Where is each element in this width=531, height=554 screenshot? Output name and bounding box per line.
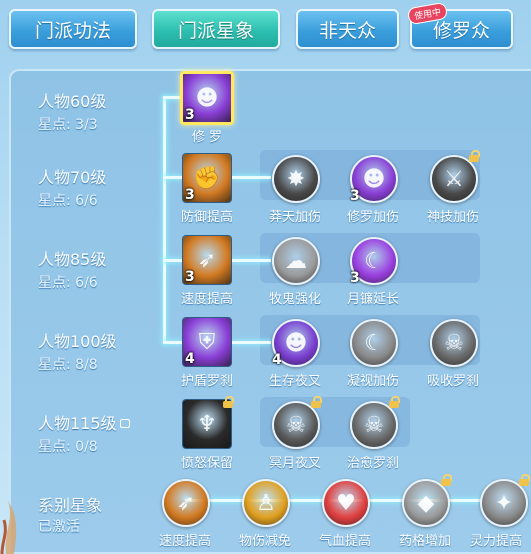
- skill-count: 3: [185, 107, 195, 123]
- series-wushang[interactable]: ♙ 物伤减免: [239, 477, 291, 549]
- skill-xishou[interactable]: ☠ 吸收罗刹: [427, 317, 479, 389]
- skill-label: 速度提高: [158, 534, 211, 549]
- ghost-icon: ☁: [285, 248, 307, 274]
- lock-icon: [441, 474, 452, 486]
- crescent-icon: ☾: [364, 330, 384, 356]
- skill-count: 3: [350, 270, 360, 286]
- skill-label: 冥月夜叉: [268, 456, 321, 471]
- skill-label: 牧鬼强化: [268, 292, 321, 307]
- demon-head-icon: ☠: [364, 412, 384, 438]
- skill-count: 3: [185, 269, 195, 285]
- row-points: 星点: 6/6: [38, 193, 98, 209]
- skill-label: 物伤减免: [238, 534, 291, 549]
- skill-mingyue[interactable]: ☠ 冥月夜叉: [269, 396, 322, 471]
- claw-icon: ⚔: [444, 166, 464, 192]
- lock-icon: [119, 419, 130, 428]
- skill-count: 4: [185, 351, 195, 367]
- skill-xiuluo[interactable]: ☻ 3 修 罗: [180, 71, 234, 145]
- skill-xiuluojs[interactable]: ☻ 3 修罗加伤: [347, 153, 399, 225]
- skill-hudun[interactable]: ⛨ 4 护盾罗刹: [181, 317, 233, 389]
- row-status: 已激活: [38, 519, 80, 535]
- row-points: 星点: 0/8: [38, 439, 98, 455]
- skill-shengcun[interactable]: ☻ 4 生存夜叉: [269, 317, 321, 389]
- lock-icon: [223, 396, 234, 408]
- skill-label: 气血提高: [318, 534, 371, 549]
- spark-icon: ✦: [494, 490, 514, 516]
- tab-feitianzhong[interactable]: 非天众: [296, 9, 399, 49]
- tab-label: 非天众: [318, 19, 376, 42]
- series-sudu[interactable]: ➶ 速度提高: [159, 477, 211, 549]
- skill-label: 神技加伤: [426, 210, 479, 225]
- heart-icon: ♥: [336, 490, 356, 516]
- row-level: 人物100级: [38, 332, 117, 351]
- skill-label: 速度提高: [180, 292, 233, 307]
- skill-fangyu[interactable]: ✊ 3 防御提高: [181, 153, 233, 225]
- skill-label: 修罗加伤: [346, 210, 399, 225]
- skill-label: 凝视加伤: [346, 374, 399, 389]
- row-points: 星点: 3/3: [38, 117, 98, 133]
- tree-line: [163, 259, 183, 262]
- tree-line: [231, 341, 271, 344]
- skill-count: 3: [185, 187, 195, 203]
- gem-icon: ◆: [417, 490, 435, 516]
- tab-label: 门派功法: [34, 19, 111, 42]
- row-level: 人物70级: [38, 168, 107, 187]
- skill-label: 治愈罗刹: [346, 456, 399, 471]
- figure-icon: ♙: [256, 490, 276, 516]
- tab-xiuluozhong[interactable]: 使用中 修罗众: [406, 1, 513, 49]
- tab-menpai-xingxiang[interactable]: 门派星象: [152, 9, 280, 49]
- skill-label: 莽天加伤: [268, 210, 321, 225]
- tree-line: [231, 176, 271, 179]
- boot-icon: ➶: [176, 490, 196, 516]
- demon-head-icon: ☠: [444, 330, 464, 356]
- skill-shenji[interactable]: ⚔ 神技加伤: [427, 150, 480, 225]
- tree-line: [231, 259, 271, 262]
- tab-bar: 门派功法 门派星象 非天众 使用中 修罗众: [0, 0, 531, 64]
- lock-icon: [469, 150, 480, 162]
- row-level: 系别星象: [38, 496, 103, 515]
- skill-label: 防御提高: [180, 210, 233, 225]
- skill-label: 修 罗: [191, 130, 223, 145]
- tree-line: [163, 176, 183, 179]
- series-lingli[interactable]: ✦ 灵力提高: [470, 474, 530, 549]
- skill-label: 月镰延长: [346, 292, 399, 307]
- lock-icon: [311, 396, 322, 408]
- tab-menpai-gongfa[interactable]: 门派功法: [9, 9, 137, 49]
- row-level: 人物85级: [38, 250, 107, 269]
- series-qixue[interactable]: ♥ 气血提高: [319, 477, 371, 549]
- series-yaoge[interactable]: ◆ 药格增加: [399, 474, 452, 549]
- skill-mangtian[interactable]: ✸ 莽天加伤: [269, 153, 321, 225]
- row-level: 人物115级: [38, 414, 117, 433]
- skill-mugui[interactable]: ☁ 牧鬼强化: [269, 235, 321, 307]
- skill-fennu[interactable]: ♆ 愤怒保留: [181, 396, 234, 471]
- skill-ningshi[interactable]: ☾ 凝视加伤: [347, 317, 399, 389]
- row-level-locked: 人物115级: [38, 410, 130, 434]
- burst-icon: ✸: [286, 166, 306, 192]
- skill-count: 3: [350, 188, 360, 204]
- ornament-icon: [0, 500, 17, 554]
- lock-icon: [389, 396, 400, 408]
- skill-label: 愤怒保留: [180, 456, 233, 471]
- skill-label: 灵力提高: [469, 534, 522, 549]
- skill-label: 护盾罗刹: [180, 374, 233, 389]
- row-level: 人物60级: [38, 92, 107, 111]
- demon-head-icon: ☠: [286, 412, 306, 438]
- tree-line: [163, 341, 183, 344]
- skill-label: 吸收罗刹: [426, 374, 479, 389]
- tab-label: 门派星象: [177, 19, 254, 42]
- lock-icon: [519, 474, 530, 486]
- skill-sudu[interactable]: ➶ 3 速度提高: [181, 235, 233, 307]
- skill-label: 生存夜叉: [268, 374, 321, 389]
- skill-yuelian[interactable]: ☾ 3 月镰延长: [347, 235, 399, 307]
- row-points: 星点: 8/8: [38, 357, 98, 373]
- skill-count: 4: [272, 352, 282, 368]
- skill-zhiyu[interactable]: ☠ 治愈罗刹: [347, 396, 400, 471]
- row-points: 星点: 6/6: [38, 275, 98, 291]
